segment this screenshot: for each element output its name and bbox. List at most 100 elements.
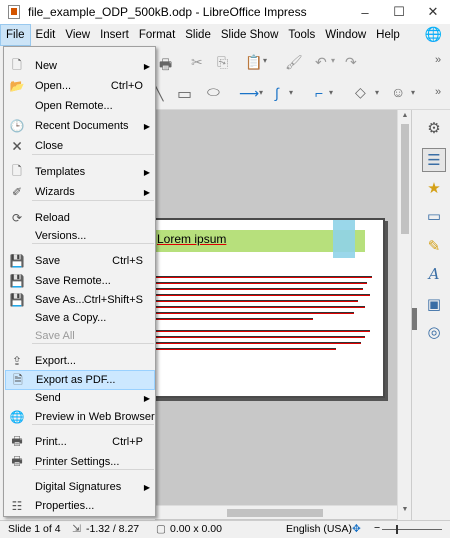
file-menu-item-send[interactable]: Send ▶ [5,388,155,408]
close-window-button[interactable]: ✕ [416,0,450,24]
zoom-slider-knob[interactable] [396,525,398,534]
sidebar-collapse-handle[interactable] [412,308,417,330]
menu-slide[interactable]: Slide [180,24,216,46]
body-text-line [155,288,363,290]
basic-shapes-icon[interactable]: ◇ [355,84,366,101]
template-icon: 🗋 [12,163,22,178]
file-menu-item-digital-signatures[interactable]: Digital Signatures ▶ [5,477,155,497]
file-menu-item-properties[interactable]: ☷ Properties... [5,496,155,516]
connector-icon[interactable]: ⌐ [315,85,323,101]
file-menu-item-save[interactable]: 💾 Save Ctrl+S [5,251,155,271]
sidebar-settings-icon[interactable]: ⚙ [422,116,446,140]
file-menu-item-export-as-pdf[interactable]: 🗎 Export as PDF... [5,370,155,390]
file-menu-item-open-remote[interactable]: Open Remote... [5,96,155,116]
print-icon[interactable]: 🖶 [159,54,172,78]
minimize-button[interactable]: – [348,0,382,24]
file-menu-item-reload[interactable]: ⟳ Reload [5,208,155,228]
file-menu-item-new[interactable]: 🗋 New ▶ [5,56,155,76]
connector-dropdown-icon[interactable]: ▾ [329,88,333,97]
sidebar-navigator-icon[interactable]: ◎ [422,320,446,344]
redo-icon[interactable]: ↷ [345,54,357,71]
basic-shapes-dropdown-icon[interactable]: ▾ [375,88,379,97]
file-menu-item-save-as[interactable]: 💾 Save As... Ctrl+Shift+S [5,290,155,310]
vertical-scroll-thumb[interactable] [401,124,409,234]
file-menu-dropdown: 🗋 New ▶ 📂 Open... Ctrl+O Open Remote... 🕒 Recent… [3,46,156,517]
menu-edit[interactable]: Edit [31,24,61,46]
save-icon: 💾 [9,254,25,268]
file-menu-item-label: Save a Copy... [35,312,107,324]
body-text-line [155,282,368,284]
file-menu-item-versions[interactable]: Versions... [5,226,155,246]
symbol-shapes-icon[interactable]: ☺ [391,84,405,100]
file-menu-item-label: Save All [35,330,75,342]
body-text-line [155,276,372,278]
language-status[interactable]: English (USA) [286,523,352,535]
sidebar-master-slides-icon[interactable]: ★ [422,176,446,200]
file-menu-item-close[interactable]: 🗙 Close [5,136,155,156]
file-menu-item-printer-settings[interactable]: 🖶 Printer Settings... [5,452,155,472]
copy-icon[interactable]: ⎘ [217,54,228,71]
sidebar-gallery-icon[interactable]: ▣ [422,292,446,316]
file-menu-item-recent-documents[interactable]: 🕒 Recent Documents ▶ [5,116,155,136]
arrow-line-icon[interactable]: ⟶ [239,85,259,102]
paste-dropdown-icon[interactable]: ▾ [263,56,267,65]
sidebar-animation-icon[interactable]: ✎ [422,234,446,258]
slide-body-text[interactable] [155,276,381,392]
maximize-button[interactable]: ☐ [382,0,416,24]
sidebar-properties-icon[interactable]: ☰ [422,148,446,172]
file-menu-item-templates[interactable]: 🗋 Templates ▶ [5,162,155,182]
horizontal-scrollbar[interactable] [155,505,397,519]
rectangle-icon[interactable]: ▭ [177,84,192,104]
submenu-arrow-icon: ▶ [143,121,150,131]
sidebar-slide-transition-icon[interactable]: ▭ [422,204,446,228]
horizontal-scroll-thumb[interactable] [227,509,323,517]
file-menu-item-export[interactable]: ⇪ Export... [5,351,155,371]
line-icon[interactable]: ╲ [155,85,163,102]
slide-accent-block [333,220,355,258]
clone-formatting-icon[interactable]: 🖌 [285,54,303,71]
file-menu-item-print[interactable]: 🖶 Print... Ctrl+P [5,432,155,452]
menu-file[interactable]: File [0,24,31,46]
menu-format[interactable]: Format [134,24,180,46]
slide-title-text[interactable]: Lorem ipsum [157,232,226,246]
body-text-line [155,348,336,350]
pdf-icon: 🗎 [13,372,23,387]
sidebar-styles-icon[interactable]: A [422,262,446,286]
save-as-icon: 💾 [9,293,25,307]
curve-icon[interactable]: ∫ [275,85,279,101]
menu-view[interactable]: View [60,24,95,46]
scroll-up-icon[interactable]: ▲ [398,112,412,124]
slide-canvas[interactable]: Lorem ipsum [147,218,385,398]
file-menu-item-label: Save [35,255,61,267]
symbol-shapes-dropdown-icon[interactable]: ▾ [411,88,415,97]
menu-tools[interactable]: Tools [283,24,320,46]
fit-slide-icon[interactable]: ✥ [352,523,361,535]
file-menu-item-wizards[interactable]: ✐ Wizards ▶ [5,182,155,202]
more-options-icon[interactable]: » [435,86,441,98]
curve-dropdown-icon[interactable]: ▾ [289,88,293,97]
arrow-dropdown-icon[interactable]: ▾ [259,88,263,97]
undo-icon[interactable]: ↶ [315,54,327,71]
body-text-line [155,330,370,332]
undo-dropdown-icon[interactable]: ▾ [331,56,335,65]
zoom-out-icon[interactable]: − [374,522,380,534]
new-document-icon: 🗋 [12,57,22,72]
cut-icon[interactable]: ✂ [191,54,203,71]
file-menu-item-save-a-copy[interactable]: Save a Copy... [5,308,155,328]
menu-insert[interactable]: Insert [95,24,134,46]
menu-window[interactable]: Window [320,24,371,46]
wizard-icon: ✐ [11,185,23,199]
menu-help[interactable]: Help [371,24,405,46]
paste-icon[interactable]: 📋 [245,54,262,71]
more-options-icon[interactable]: » [435,54,441,66]
standard-toolbar: 🖶 ✂ ⎘ 📋 ▾ 🖌 ↶ ▾ ↷ » [155,46,450,80]
zoom-slider[interactable] [382,529,442,530]
ellipse-icon[interactable]: ⬭ [207,84,220,101]
file-menu-item-preview-in-web-browser[interactable]: 🌐 Preview in Web Browser [5,407,155,427]
file-menu-item-open[interactable]: 📂 Open... Ctrl+O [5,76,155,96]
menu-slide-show[interactable]: Slide Show [216,24,284,46]
file-menu-item-save-remote[interactable]: 💾 Save Remote... [5,271,155,291]
scroll-down-icon[interactable]: ▼ [398,506,412,518]
vertical-scrollbar[interactable]: ▲ ▼ [397,110,411,520]
globe-icon[interactable]: 🌐 [425,26,442,43]
